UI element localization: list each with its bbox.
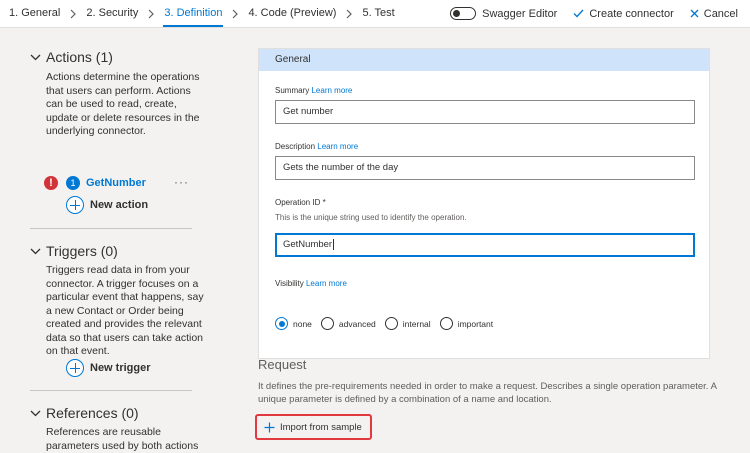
visibility-radio-none[interactable]: none: [275, 317, 312, 330]
step-security[interactable]: 2. Security: [85, 0, 139, 27]
toolbar-actions: Swagger Editor Create connector Cancel: [450, 0, 738, 27]
cancel-label: Cancel: [703, 7, 738, 20]
operation-id-help: This is the unique string used to identi…: [275, 213, 467, 222]
visibility-label: Visibility Learn more: [275, 279, 347, 288]
radio-label: internal: [402, 318, 431, 329]
add-icon: [66, 359, 84, 377]
plus-icon: [264, 422, 275, 432]
definition-workspace: Actions (1) Actions determine the operat…: [0, 28, 750, 453]
divider: [30, 228, 192, 229]
chevron-down-icon: [30, 410, 41, 416]
description-label: Description Learn more: [275, 142, 358, 151]
checkmark-icon: [573, 9, 584, 18]
chevron-right-icon: [61, 0, 85, 27]
create-connector-button[interactable]: Create connector: [573, 7, 674, 20]
action-number-badge: 1: [66, 176, 80, 190]
swagger-editor-label: Swagger Editor: [482, 7, 558, 20]
close-icon: [690, 9, 699, 18]
radio-button[interactable]: [384, 317, 398, 330]
swagger-editor-toggle[interactable]: [450, 7, 477, 20]
toggle-knob: [453, 10, 461, 17]
operation-id-input[interactable]: GetNumber: [275, 233, 695, 257]
top-bar: 1. General 2. Security 3. Definition 4. …: [0, 0, 750, 28]
visibility-label-text: Visibility: [275, 279, 304, 288]
step-general[interactable]: 1. General: [8, 0, 61, 27]
new-trigger-button[interactable]: New trigger: [66, 359, 151, 377]
chevron-right-icon: [337, 0, 361, 27]
wizard-steps: 1. General 2. Security 3. Definition 4. …: [8, 0, 396, 27]
visibility-radio-advanced[interactable]: advanced: [320, 317, 376, 330]
new-trigger-label: New trigger: [90, 362, 151, 374]
radio-label: advanced: [338, 318, 376, 329]
chevron-right-icon: [139, 0, 163, 27]
create-connector-label: Create connector: [589, 7, 674, 20]
cancel-button[interactable]: Cancel: [690, 8, 738, 20]
request-description: It defines the pre-requirements needed i…: [258, 381, 717, 405]
general-header: General: [259, 49, 709, 71]
references-title: References (0): [46, 405, 139, 421]
radio-label: none: [293, 318, 312, 329]
operation-id-value: GetNumber: [283, 239, 333, 250]
chevron-down-icon: [30, 248, 41, 254]
actions-section-header[interactable]: Actions (1): [30, 48, 113, 66]
step-test[interactable]: 5. Test: [361, 0, 395, 27]
references-description: References are reusable parameters used …: [46, 426, 199, 452]
summary-label-text: Summary: [275, 86, 310, 95]
visibility-learn-more-link[interactable]: Learn more: [306, 279, 347, 288]
new-action-button[interactable]: New action: [66, 196, 148, 214]
actions-title: Actions (1): [46, 49, 113, 65]
more-options-icon[interactable]: ···: [174, 175, 189, 189]
summary-label: Summary Learn more: [275, 86, 352, 95]
step-code-preview[interactable]: 4. Code (Preview): [247, 0, 337, 27]
triggers-title: Triggers (0): [46, 243, 118, 259]
import-from-sample-label: Import from sample: [280, 421, 362, 433]
action-link-getnumber[interactable]: GetNumber: [86, 177, 146, 189]
text-caret: [333, 238, 335, 250]
radio-label: important: [457, 318, 494, 329]
description-learn-more-link[interactable]: Learn more: [317, 142, 358, 151]
radio-button[interactable]: [275, 317, 288, 330]
visibility-radio-internal[interactable]: internal: [384, 317, 431, 330]
step-definition[interactable]: 3. Definition: [163, 0, 224, 27]
visibility-radio-important[interactable]: important: [439, 317, 494, 330]
divider: [30, 390, 192, 391]
description-label-text: Description: [275, 142, 316, 151]
import-from-sample-button[interactable]: Import from sample: [255, 414, 372, 440]
actions-description: Actions determine the operations that us…: [46, 71, 200, 137]
error-icon: !: [44, 176, 58, 190]
triggers-section-header[interactable]: Triggers (0): [30, 242, 118, 260]
chevron-down-icon: [30, 54, 41, 60]
request-title: Request: [258, 357, 307, 372]
new-action-label: New action: [90, 199, 149, 211]
operation-id-label: Operation ID *: [275, 198, 326, 207]
add-icon: [66, 196, 84, 214]
general-card: General Summary Learn more Get number De…: [258, 48, 710, 359]
triggers-description: Triggers read data in from your connecto…: [46, 264, 204, 357]
action-item-getnumber[interactable]: ! 1 GetNumber: [44, 175, 146, 191]
chevron-right-icon: [223, 0, 247, 27]
description-input[interactable]: Gets the number of the day: [275, 156, 695, 180]
visibility-radio-group: none advanced internal important: [275, 317, 502, 330]
radio-button[interactable]: [439, 317, 453, 330]
radio-button[interactable]: [320, 317, 334, 330]
summary-input[interactable]: Get number: [275, 100, 695, 124]
summary-learn-more-link[interactable]: Learn more: [311, 86, 352, 95]
references-section-header[interactable]: References (0): [30, 404, 139, 422]
